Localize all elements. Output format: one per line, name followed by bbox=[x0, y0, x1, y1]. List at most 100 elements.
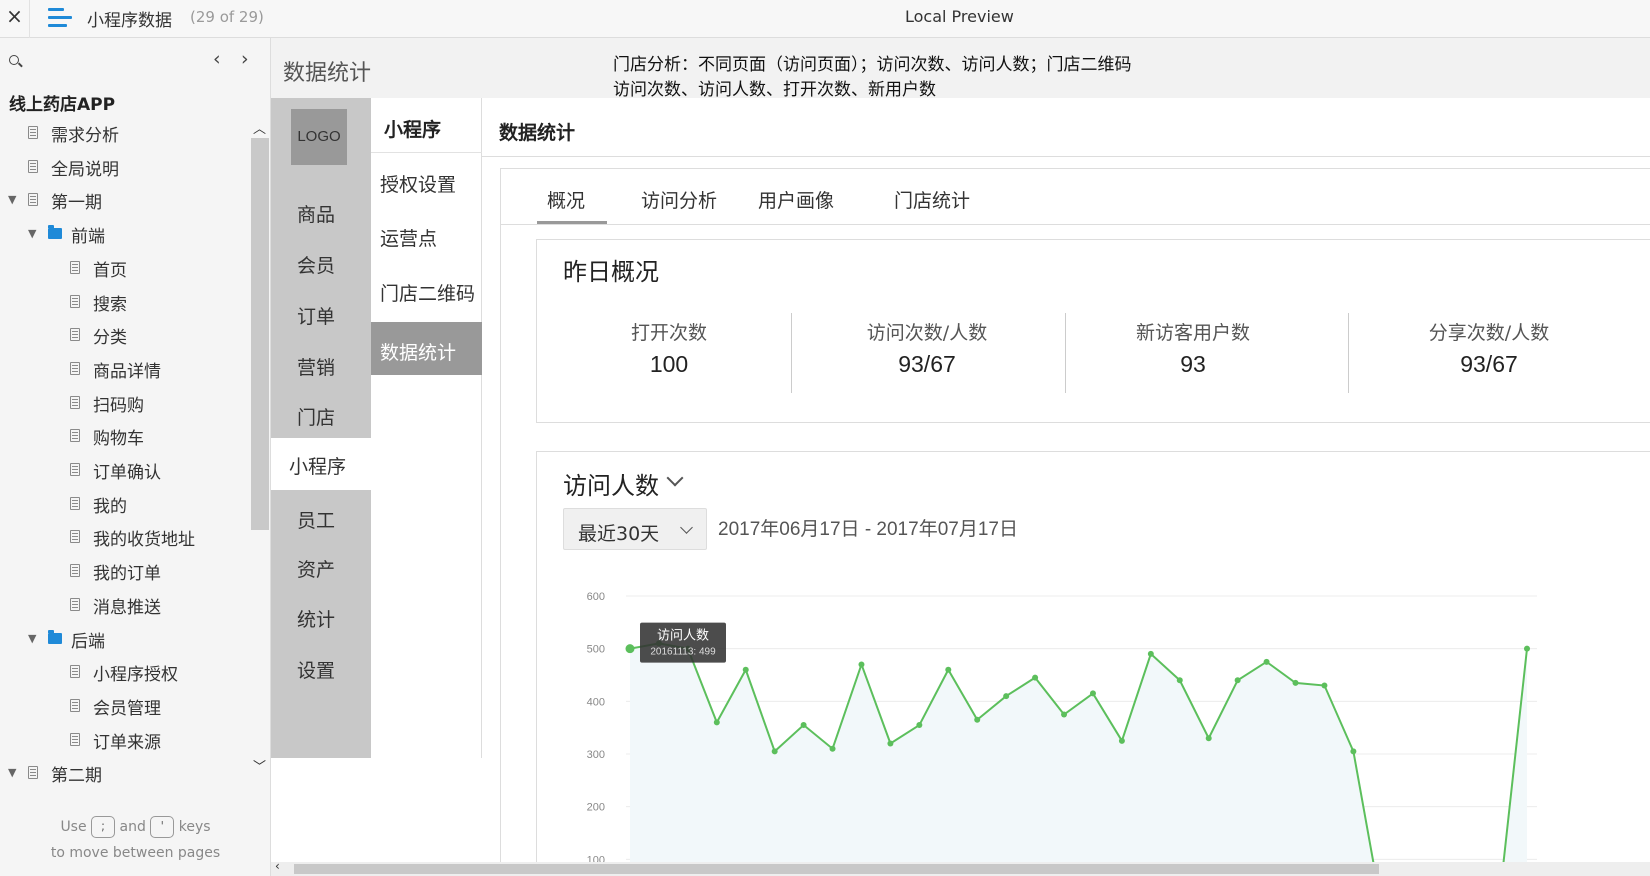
tab[interactable]: 门店统计 bbox=[894, 186, 970, 213]
sidebar-item[interactable]: 分类 bbox=[0, 320, 250, 350]
main-nav-item[interactable]: 小程序 bbox=[271, 438, 371, 490]
visitors-line-chart: 600500400300200100访问人数20161113: 499 bbox=[587, 591, 1537, 876]
scroll-down-icon[interactable]: ﹀ bbox=[253, 756, 266, 775]
sidebar-item[interactable]: 会员管理 bbox=[0, 691, 250, 721]
caret-down-icon[interactable]: ▼ bbox=[8, 193, 16, 206]
sidebar-item[interactable]: ▼ 第一期 bbox=[0, 185, 250, 215]
main-nav-item[interactable]: 门店 bbox=[271, 389, 371, 441]
sidebar-scrollbar[interactable] bbox=[251, 138, 269, 530]
horizontal-scrollbar[interactable]: ‹ bbox=[271, 859, 1650, 876]
main-nav-item[interactable]: 资产 bbox=[271, 541, 371, 593]
tooltip-text: 20161113: 499 bbox=[650, 647, 716, 658]
sidebar-item[interactable]: 我的 bbox=[0, 489, 250, 519]
data-point bbox=[974, 716, 981, 723]
date-range-select[interactable]: 最近30天 bbox=[563, 508, 707, 550]
prev-key-icon: ; bbox=[91, 816, 116, 838]
data-point bbox=[771, 748, 778, 755]
sidebar-item[interactable]: 订单确认 bbox=[0, 455, 250, 485]
series-area bbox=[630, 643, 1527, 876]
sidebar-item[interactable]: 需求分析 bbox=[0, 118, 250, 148]
stat-divider bbox=[791, 313, 792, 393]
data-point bbox=[887, 740, 894, 747]
scroll-up-icon[interactable]: ︿ bbox=[253, 118, 266, 137]
chevron-down-icon[interactable] bbox=[666, 469, 684, 487]
hint-keys: keys bbox=[178, 819, 211, 835]
date-range-text: 2017年06月17日 - 2017年07月17日 bbox=[718, 519, 1018, 540]
sidebar-item[interactable]: 我的订单 bbox=[0, 556, 250, 586]
close-icon[interactable]: × bbox=[0, 0, 30, 38]
y-tick-label: 300 bbox=[587, 749, 605, 761]
sidebar-item[interactable]: 订单来源 bbox=[0, 725, 250, 755]
sidebar-item[interactable]: 全局说明 bbox=[0, 152, 250, 182]
tab[interactable]: 访问分析 bbox=[641, 186, 717, 213]
sub-nav: 小程序 授权设置 运营点门店二维码数据统计 bbox=[371, 98, 482, 758]
sidebar-item[interactable]: ▼ 第二期 bbox=[0, 758, 250, 788]
sidebar-item[interactable]: 小程序授权 bbox=[0, 657, 250, 687]
sub-nav-item[interactable]: 门店二维码 bbox=[371, 263, 482, 316]
sidebar-item[interactable]: 消息推送 bbox=[0, 590, 250, 620]
sidebar-item[interactable]: 搜索 bbox=[0, 287, 250, 317]
tooltip-title: 访问人数 bbox=[657, 629, 709, 644]
caret-down-icon[interactable]: ▼ bbox=[28, 632, 36, 645]
page-heading: 数据统计 bbox=[283, 61, 372, 86]
top-bar: × 小程序数据 (29 of 29) Local Preview bbox=[0, 0, 1650, 38]
main-nav-item[interactable]: 营销 bbox=[271, 339, 371, 391]
menu-icon[interactable] bbox=[48, 8, 72, 30]
sub-nav-item[interactable]: 数据统计 bbox=[371, 322, 482, 375]
sidebar-item[interactable]: 购物车 bbox=[0, 421, 250, 451]
data-point bbox=[1089, 690, 1096, 697]
sidebar-item[interactable]: ▼ 前端 bbox=[0, 219, 250, 249]
stat-divider bbox=[1065, 313, 1066, 393]
page-icon bbox=[28, 193, 38, 207]
tab[interactable]: 概况 bbox=[547, 186, 585, 213]
sidebar-item-label: 购物车 bbox=[93, 429, 144, 450]
sub-nav-label: 门店二维码 bbox=[380, 283, 476, 305]
logo: LOGO bbox=[291, 109, 347, 165]
caret-down-icon[interactable]: ▼ bbox=[28, 227, 36, 240]
tab[interactable]: 用户画像 bbox=[758, 186, 834, 213]
main-nav-item[interactable]: 员工 bbox=[271, 492, 371, 544]
sidebar-item-label: 分类 bbox=[93, 328, 127, 349]
chevron-down-icon bbox=[680, 521, 693, 534]
data-point bbox=[1263, 658, 1270, 665]
stat-new-visitors: 新访客用户数 93 bbox=[1135, 322, 1250, 377]
caret-down-icon[interactable]: ▼ bbox=[8, 766, 16, 779]
scrollbar-thumb[interactable] bbox=[294, 864, 1379, 874]
page-icon bbox=[70, 260, 80, 274]
tab-bar: 概况 访问分析 用户画像 门店统计 bbox=[501, 169, 1650, 225]
data-point bbox=[742, 666, 749, 673]
sidebar-item-label: 小程序授权 bbox=[93, 665, 178, 686]
sidebar-item[interactable]: 扫码购 bbox=[0, 388, 250, 418]
y-tick-label: 400 bbox=[587, 696, 605, 708]
sidebar-item-label: 第一期 bbox=[51, 193, 102, 214]
main-nav-item[interactable]: 会员 bbox=[271, 237, 371, 289]
main-nav-item[interactable]: 设置 bbox=[271, 642, 371, 694]
stat-divider bbox=[1348, 313, 1349, 393]
main-nav-item[interactable]: 订单 bbox=[271, 288, 371, 340]
sub-nav-item[interactable]: 运营点 bbox=[371, 208, 482, 261]
sidebar-item[interactable]: 商品详情 bbox=[0, 354, 250, 384]
sidebar-item[interactable]: 我的收货地址 bbox=[0, 522, 250, 552]
data-point bbox=[1176, 677, 1183, 684]
main-nav-label: 小程序 bbox=[289, 456, 347, 478]
main-nav-label: 会员 bbox=[297, 255, 336, 277]
data-point bbox=[916, 722, 923, 729]
page-icon bbox=[70, 361, 80, 375]
main-nav-item[interactable]: 商品 bbox=[271, 186, 371, 238]
sidebar-item[interactable]: ▼ 后端 bbox=[0, 624, 250, 654]
data-point bbox=[800, 722, 807, 729]
sidebar-item[interactable]: 首页 bbox=[0, 253, 250, 283]
sidebar-item-label: 消息推送 bbox=[93, 597, 161, 618]
data-point bbox=[1524, 645, 1530, 652]
search-icon[interactable] bbox=[9, 55, 19, 65]
sidebar-item-label: 我的收货地址 bbox=[93, 530, 195, 551]
scroll-left-icon[interactable]: ‹ bbox=[275, 859, 280, 873]
sub-nav-title: 小程序 bbox=[371, 98, 482, 153]
prev-page-button[interactable]: ‹ bbox=[213, 48, 221, 70]
stat-share-count: 分享次数/人数 93/67 bbox=[1428, 322, 1550, 377]
main-nav-item[interactable]: 统计 bbox=[271, 591, 371, 643]
sub-nav-item[interactable]: 授权设置 bbox=[371, 154, 482, 207]
stat-visit-count: 访问次数/人数 93/67 bbox=[866, 322, 988, 377]
annotation-notes: 门店分析：不同页面（访问页面）；访问次数、访问人数；门店二维码 访问次数、访问人… bbox=[613, 53, 1132, 103]
next-page-button[interactable]: › bbox=[241, 48, 249, 70]
